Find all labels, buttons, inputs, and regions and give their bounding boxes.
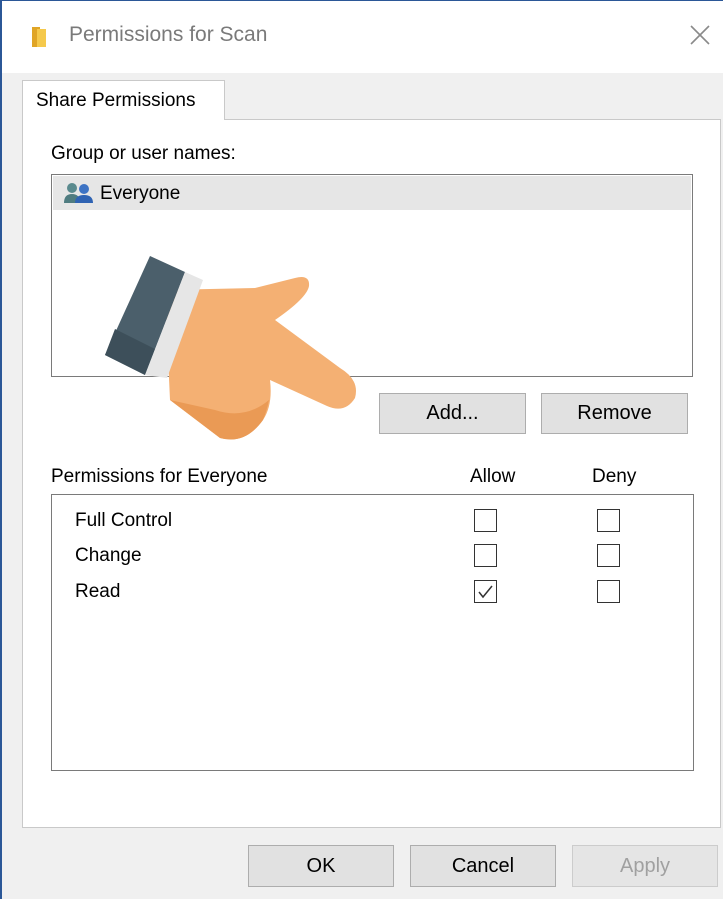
permissions-header: Permissions for Everyone [51, 466, 268, 487]
list-item-label: Everyone [100, 183, 181, 204]
allow-full-control-checkbox[interactable] [474, 509, 497, 532]
deny-header: Deny [592, 466, 637, 487]
remove-button[interactable]: Remove [541, 393, 688, 434]
add-button[interactable]: Add... [379, 393, 526, 434]
apply-button[interactable]: Apply [572, 845, 718, 887]
title-bar[interactable]: Permissions for Scan [2, 1, 723, 73]
deny-change-checkbox[interactable] [597, 544, 620, 567]
ok-button-label: OK [306, 854, 336, 877]
ok-button[interactable]: OK [248, 845, 394, 887]
list-item-everyone[interactable]: Everyone [53, 176, 691, 210]
close-icon [690, 25, 710, 45]
folder-icon [32, 27, 46, 47]
allow-header: Allow [470, 466, 516, 487]
checkmark-icon [478, 585, 493, 599]
permissions-list [51, 494, 694, 771]
cancel-button[interactable]: Cancel [410, 845, 556, 887]
deny-full-control-checkbox[interactable] [597, 509, 620, 532]
deny-read-checkbox[interactable] [597, 580, 620, 603]
cancel-button-label: Cancel [451, 854, 515, 877]
add-button-label: Add... [426, 402, 479, 424]
perm-change-label: Change [75, 545, 142, 566]
users-icon [64, 183, 93, 203]
tab-label: Share Permissions [36, 90, 196, 111]
pointing-hand-icon [105, 256, 356, 440]
tab-share-permissions[interactable]: Share Permissions [22, 80, 225, 120]
close-button[interactable] [677, 13, 723, 59]
remove-button-label: Remove [577, 402, 652, 424]
allow-change-checkbox[interactable] [474, 544, 497, 567]
perm-full-control-label: Full Control [75, 510, 173, 531]
apply-button-label: Apply [619, 854, 671, 877]
window-title: Permissions for Scan [69, 23, 268, 46]
allow-read-checkbox[interactable] [474, 580, 497, 603]
perm-read-label: Read [75, 581, 121, 602]
group-names-label: Group or user names: [51, 143, 236, 164]
